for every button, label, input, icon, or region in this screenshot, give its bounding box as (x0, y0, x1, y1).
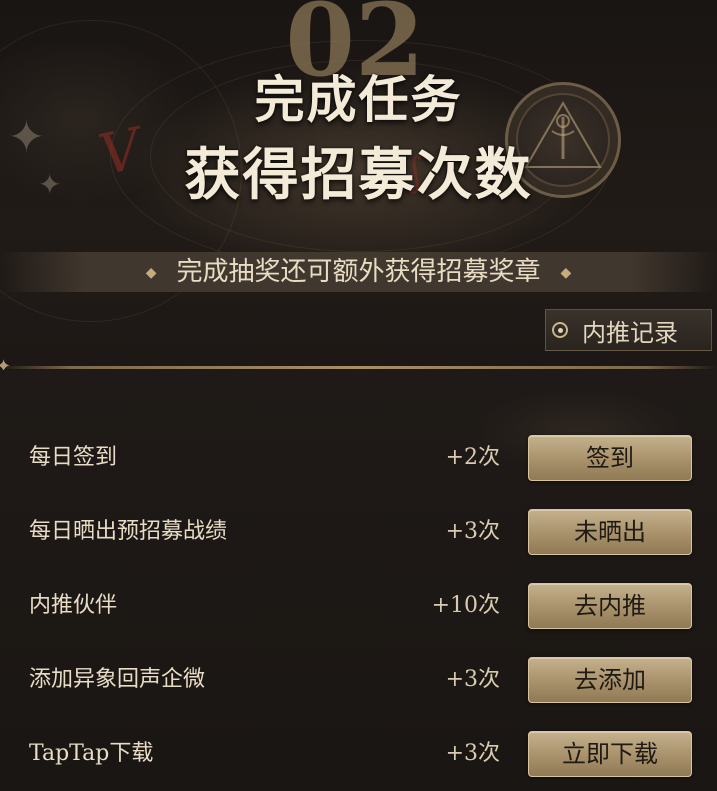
subtitle: ◆ 完成抽奖还可额外获得招募奖章 ◆ (0, 252, 717, 292)
section-divider (0, 366, 717, 369)
task-name: 添加异象回声企微 (29, 667, 206, 692)
radio-dot-icon (552, 322, 568, 338)
add-wecom-button[interactable]: 去添加 (528, 657, 692, 703)
checkin-button[interactable]: 签到 (528, 435, 692, 481)
download-now-button[interactable]: 立即下载 (528, 731, 692, 777)
task-name: 每日签到 (29, 445, 118, 470)
task-reward: +3次 (445, 667, 500, 692)
title-line-1: 完成任务 (254, 70, 463, 129)
task-row: TapTap下载 +3次 立即下载 (0, 717, 717, 791)
share-results-button[interactable]: 未晒出 (528, 509, 692, 555)
task-name: 内推伙伴 (29, 593, 118, 618)
task-name: 每日晒出预招募战绩 (29, 519, 228, 544)
subtitle-text: 完成抽奖还可额外获得招募奖章 (176, 257, 541, 287)
referral-record-button[interactable]: 内推记录 (545, 309, 712, 351)
task-reward: +10次 (431, 593, 500, 618)
task-reward: +3次 (445, 741, 500, 766)
referral-record-label: 内推记录 (582, 318, 678, 347)
task-row: 每日晒出预招募战绩 +3次 未晒出 (0, 495, 717, 569)
hero-banner: ✦ ✦ 02 V ∫ 完成任务 获得招募次数 ◆ 完成抽奖还可额外获得招募奖章 ◆ … (0, 0, 717, 370)
title-line-2: 获得招募次数 (184, 142, 533, 208)
task-row: 内推伙伴 +10次 去内推 (0, 569, 717, 643)
refer-friend-button[interactable]: 去内推 (528, 583, 692, 629)
task-reward: +2次 (445, 445, 500, 470)
diamond-icon: ◆ (145, 265, 157, 281)
task-name: TapTap下载 (29, 741, 154, 766)
task-row: 添加异象回声企微 +3次 去添加 (0, 643, 717, 717)
task-row: 每日签到 +2次 签到 (0, 421, 717, 495)
task-reward: +3次 (445, 519, 500, 544)
diamond-icon: ◆ (560, 265, 572, 281)
task-list: 每日签到 +2次 签到 每日晒出预招募战绩 +3次 未晒出 内推伙伴 +10次 … (0, 370, 717, 791)
